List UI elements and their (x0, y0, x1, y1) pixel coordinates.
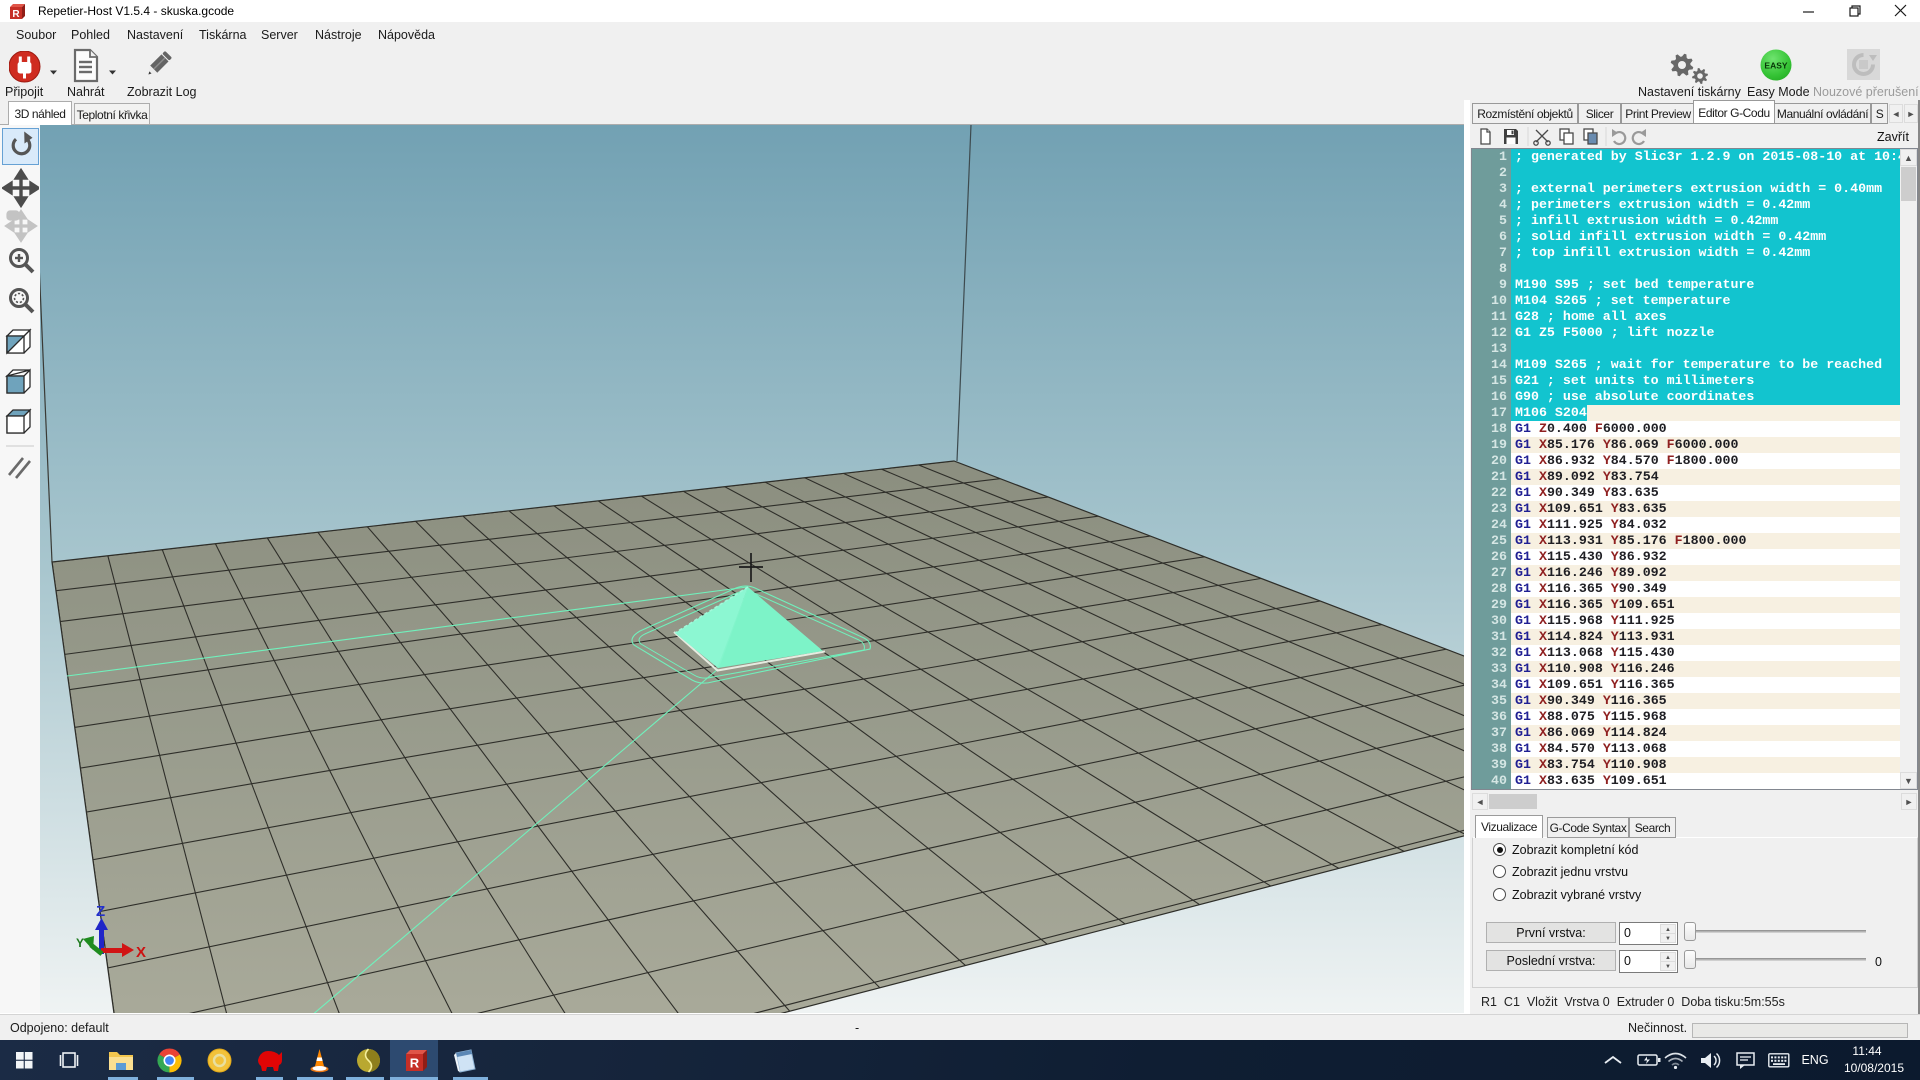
svg-text:Y: Y (76, 936, 84, 950)
svg-text:EASY: EASY (1764, 61, 1787, 71)
svg-text:R: R (12, 9, 20, 20)
svg-text:X: X (136, 944, 146, 961)
svg-text:R: R (410, 1056, 420, 1071)
svg-text:Z: Z (96, 903, 105, 920)
